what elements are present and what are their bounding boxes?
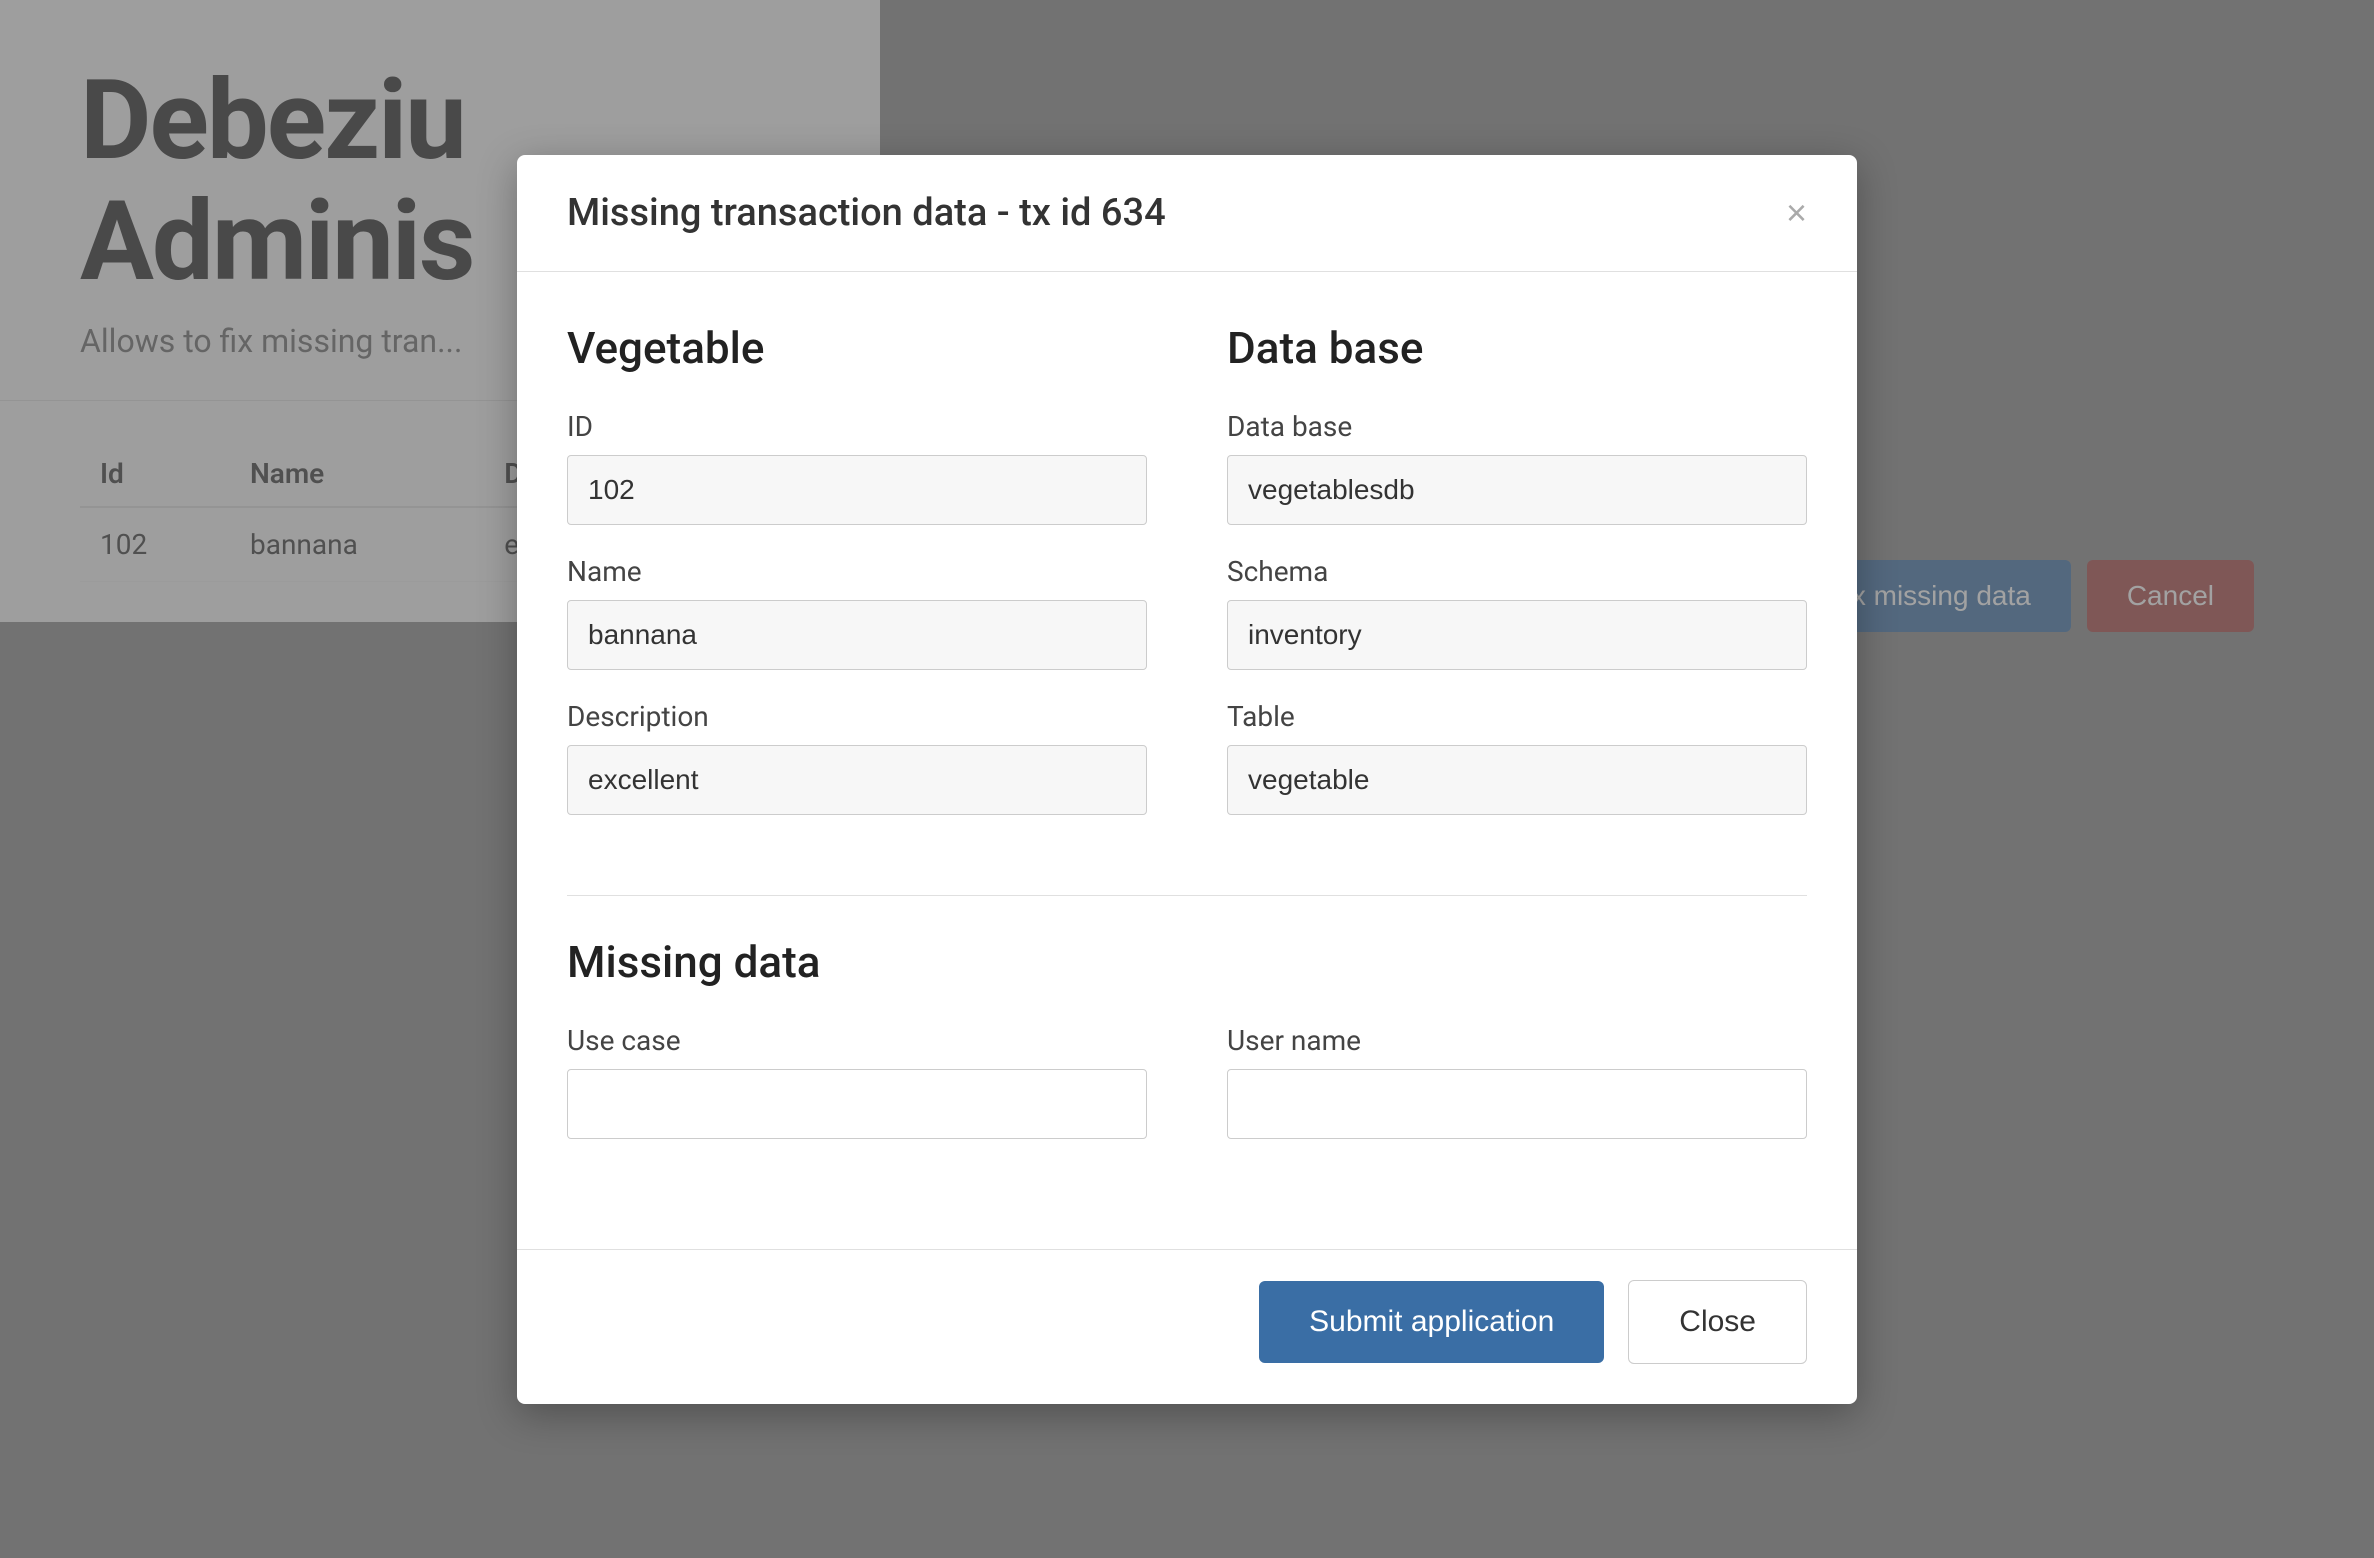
vegetable-name-input[interactable] bbox=[567, 600, 1147, 670]
vegetable-column: Vegetable ID Name Description bbox=[567, 322, 1147, 845]
close-modal-button[interactable]: Close bbox=[1628, 1280, 1807, 1364]
missing-data-heading: Missing data bbox=[567, 936, 1807, 988]
modal-dialog: Missing transaction data - tx id 634 × V… bbox=[517, 155, 1857, 1404]
vegetable-id-label: ID bbox=[567, 410, 1147, 443]
vegetable-id-input[interactable] bbox=[567, 455, 1147, 525]
database-heading: Data base bbox=[1227, 322, 1807, 374]
database-column: Data base Data base Schema Table bbox=[1227, 322, 1807, 845]
missing-data-columns: Use case User name bbox=[567, 1024, 1807, 1169]
submit-application-button[interactable]: Submit application bbox=[1259, 1281, 1604, 1363]
modal-body: Vegetable ID Name Description bbox=[517, 272, 1857, 1249]
use-case-group: Use case bbox=[567, 1024, 1147, 1169]
schema-input[interactable] bbox=[1227, 600, 1807, 670]
schema-label: Schema bbox=[1227, 555, 1807, 588]
modal-title: Missing transaction data - tx id 634 bbox=[567, 191, 1166, 235]
table-group: Table bbox=[1227, 700, 1807, 815]
vegetable-description-group: Description bbox=[567, 700, 1147, 815]
use-case-input[interactable] bbox=[567, 1069, 1147, 1139]
user-name-label: User name bbox=[1227, 1024, 1807, 1057]
vegetable-name-label: Name bbox=[567, 555, 1147, 588]
vegetable-name-group: Name bbox=[567, 555, 1147, 670]
missing-data-section: Missing data Use case User name bbox=[567, 895, 1807, 1169]
database-name-input[interactable] bbox=[1227, 455, 1807, 525]
use-case-label: Use case bbox=[567, 1024, 1147, 1057]
modal-footer: Submit application Close bbox=[517, 1249, 1857, 1404]
database-name-group: Data base bbox=[1227, 410, 1807, 525]
database-name-label: Data base bbox=[1227, 410, 1807, 443]
modal-header: Missing transaction data - tx id 634 × bbox=[517, 155, 1857, 272]
vegetable-description-label: Description bbox=[567, 700, 1147, 733]
modal-close-button[interactable]: × bbox=[1786, 195, 1807, 231]
schema-group: Schema bbox=[1227, 555, 1807, 670]
table-input[interactable] bbox=[1227, 745, 1807, 815]
vegetable-id-group: ID bbox=[567, 410, 1147, 525]
user-name-group: User name bbox=[1227, 1024, 1807, 1169]
user-name-input[interactable] bbox=[1227, 1069, 1807, 1139]
table-label: Table bbox=[1227, 700, 1807, 733]
vegetable-description-input[interactable] bbox=[567, 745, 1147, 815]
modal-top-columns: Vegetable ID Name Description bbox=[567, 322, 1807, 845]
vegetable-heading: Vegetable bbox=[567, 322, 1147, 374]
modal-overlay: Missing transaction data - tx id 634 × V… bbox=[0, 0, 2374, 1558]
